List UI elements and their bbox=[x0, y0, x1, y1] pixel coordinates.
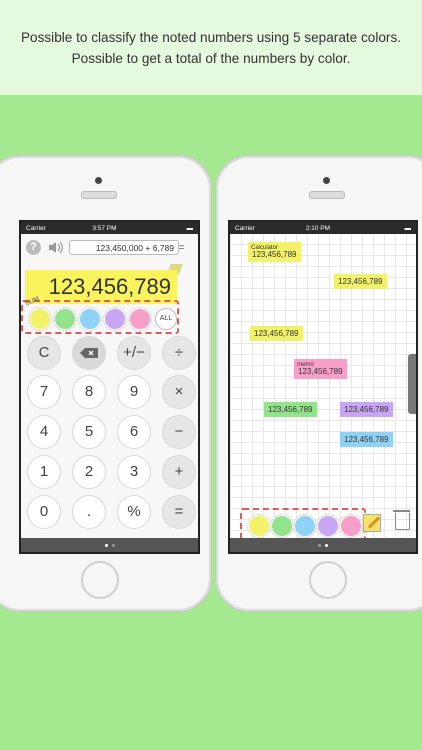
key-5[interactable]: 5 bbox=[72, 415, 106, 449]
percent-button[interactable]: % bbox=[117, 495, 151, 529]
calculator-screen: Carrier 3:57 PM ▬ ? 123,450,000 + 6,789 … bbox=[19, 220, 200, 554]
memo-screen: Carrier 2:10 PM ▬ Calculator 123,456,789… bbox=[228, 220, 418, 554]
battery-icon: ▬ bbox=[186, 224, 194, 232]
banner-line-2: Possible to get a total of the numbers b… bbox=[71, 50, 351, 66]
formula-field: 123,450,000 + 6,789 bbox=[69, 240, 179, 255]
note-value: 123,456,789 bbox=[344, 435, 389, 444]
formula-row: ? 123,450,000 + 6,789 = bbox=[21, 234, 198, 260]
page-indicator bbox=[230, 538, 416, 552]
result-display[interactable]: 123,456,789 bbox=[25, 270, 177, 304]
carrier-label: Carrier bbox=[235, 224, 255, 232]
color-green-button[interactable] bbox=[271, 515, 293, 537]
time-label: 3:57 PM bbox=[92, 224, 117, 232]
note-value: 123,456,789 bbox=[338, 277, 383, 286]
note-title: memo bbox=[297, 362, 314, 368]
color-pink-button[interactable] bbox=[340, 515, 362, 537]
color-sum-row: SUM ALL bbox=[21, 295, 179, 334]
page-dot bbox=[318, 543, 321, 547]
decimal-button[interactable]: . bbox=[72, 495, 106, 529]
memo-note[interactable]: Calculator 123,456,789 bbox=[248, 242, 301, 262]
color-purple-button[interactable] bbox=[104, 308, 126, 330]
multiply-button[interactable]: × bbox=[162, 375, 196, 409]
trash-icon[interactable] bbox=[393, 510, 410, 530]
color-blue-button[interactable] bbox=[79, 308, 101, 330]
backspace-button[interactable] bbox=[72, 336, 106, 370]
home-button[interactable] bbox=[309, 561, 347, 599]
all-button[interactable]: ALL bbox=[155, 308, 177, 330]
memo-note[interactable]: 123,456,789 bbox=[334, 274, 387, 289]
key-0[interactable]: 0 bbox=[27, 495, 61, 529]
note-value: 123,456,789 bbox=[254, 329, 299, 338]
speaker-grille bbox=[81, 191, 117, 199]
key-7[interactable]: 7 bbox=[27, 375, 61, 409]
speaker-grille bbox=[309, 191, 345, 199]
divide-button[interactable]: ÷ bbox=[162, 336, 196, 370]
clear-button[interactable]: C bbox=[27, 336, 61, 370]
camera-icon bbox=[95, 177, 102, 184]
note-title: Calculator bbox=[251, 245, 279, 251]
page-dot bbox=[111, 543, 115, 547]
color-green-button[interactable] bbox=[54, 308, 76, 330]
carrier-label: Carrier bbox=[26, 224, 46, 232]
status-bar: Carrier 3:57 PM ▬ bbox=[21, 222, 198, 234]
help-icon[interactable]: ? bbox=[26, 240, 41, 255]
memo-note[interactable]: memo 123,456,789 bbox=[294, 359, 347, 379]
banner-line-1: Possible to classify the noted numbers u… bbox=[20, 29, 402, 45]
key-9[interactable]: 9 bbox=[117, 375, 151, 409]
sound-icon[interactable] bbox=[47, 240, 63, 255]
color-yellow-button[interactable] bbox=[29, 308, 51, 330]
camera-icon bbox=[323, 177, 330, 184]
status-bar: Carrier 2:10 PM ▬ bbox=[230, 222, 416, 234]
key-3[interactable]: 3 bbox=[117, 455, 151, 489]
plusminus-button[interactable]: +/− bbox=[117, 336, 151, 370]
delete-memo-label: ◂ delete memo ▸ bbox=[401, 362, 408, 404]
new-memo-icon[interactable] bbox=[363, 514, 381, 532]
key-4[interactable]: 4 bbox=[27, 415, 61, 449]
memo-color-row bbox=[240, 508, 366, 542]
key-6[interactable]: 6 bbox=[117, 415, 151, 449]
memo-note[interactable]: 123,456,789 bbox=[250, 326, 303, 341]
equals-button[interactable]: = bbox=[162, 495, 196, 529]
memo-note[interactable]: 123,456,789 bbox=[264, 402, 317, 417]
note-value: 123,456,789 bbox=[344, 405, 389, 414]
memo-note[interactable]: 123,456,789 bbox=[340, 432, 393, 447]
color-yellow-button[interactable] bbox=[248, 515, 270, 537]
minus-button[interactable]: − bbox=[162, 415, 196, 449]
key-1[interactable]: 1 bbox=[27, 455, 61, 489]
note-value: 123,456,789 bbox=[268, 405, 313, 414]
memo-note[interactable]: 123,456,789 bbox=[340, 402, 393, 417]
battery-icon: ▬ bbox=[404, 224, 412, 232]
color-purple-button[interactable] bbox=[317, 515, 339, 537]
page-indicator bbox=[21, 538, 198, 552]
page-dot bbox=[325, 543, 328, 547]
color-blue-button[interactable] bbox=[294, 515, 316, 537]
delete-memo-tab[interactable]: ◂ delete memo ▸ bbox=[401, 354, 416, 414]
home-button[interactable] bbox=[81, 561, 119, 599]
plus-button[interactable]: + bbox=[162, 455, 196, 489]
header-banner: Possible to classify the noted numbers u… bbox=[0, 0, 422, 95]
page-dot bbox=[104, 543, 108, 547]
key-2[interactable]: 2 bbox=[72, 455, 106, 489]
formula-equals: = bbox=[179, 242, 185, 252]
backspace-icon bbox=[80, 348, 98, 358]
color-pink-button[interactable] bbox=[129, 308, 151, 330]
time-label: 2:10 PM bbox=[305, 224, 331, 232]
key-8[interactable]: 8 bbox=[72, 375, 106, 409]
